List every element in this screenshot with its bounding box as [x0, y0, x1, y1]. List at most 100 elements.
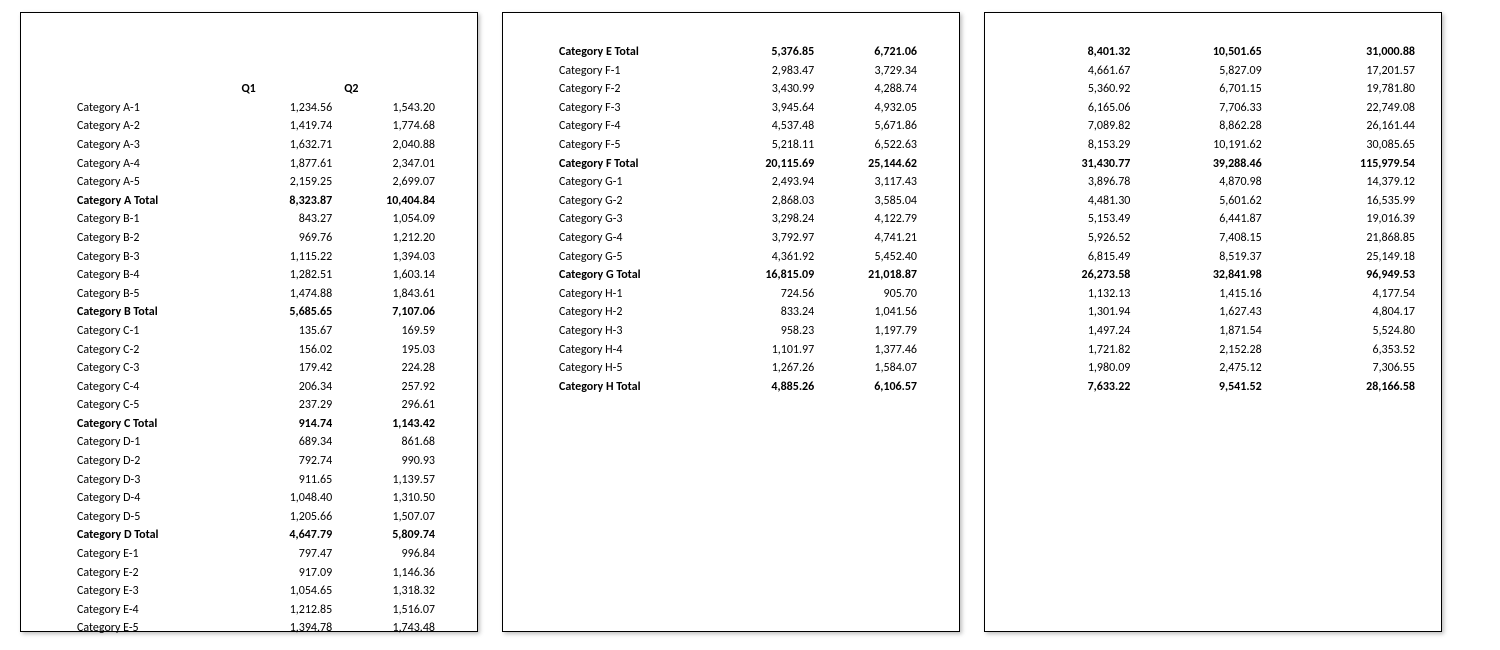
table-row: Category A-11,234.561,543.20	[71, 99, 441, 118]
cell-q2: 7,107.06	[338, 303, 441, 322]
cell-q2: 296.61	[338, 396, 441, 415]
table-row: 26,273.5832,841.9896,949.53	[1005, 266, 1421, 285]
cell-q3: 26,273.58	[1005, 266, 1136, 285]
cell-q1: 792.74	[235, 452, 338, 471]
row-label: Category E-1	[71, 545, 235, 564]
row-label: Category H-5	[553, 359, 717, 378]
cell-q3: 1,980.09	[1005, 359, 1136, 378]
table-row: Category D-41,048.401,310.50	[71, 489, 441, 508]
cell-q2: 5,452.40	[820, 248, 923, 267]
table-row: Category D-3911.651,139.57	[71, 471, 441, 490]
cell-q3: 1,132.13	[1005, 285, 1136, 304]
cell-q2: 5,671.86	[820, 117, 923, 136]
table-row: Category C-5237.29296.61	[71, 396, 441, 415]
cell-q3: 8,401.32	[1005, 43, 1136, 62]
cell-q1: 8,323.87	[235, 192, 338, 211]
row-label: Category C-3	[71, 359, 235, 378]
cell-q2: 169.59	[338, 322, 441, 341]
cell-total: 21,868.85	[1268, 229, 1421, 248]
row-label: Category F-2	[553, 80, 717, 99]
cell-q2: 1,516.07	[338, 601, 441, 620]
cell-q2: 224.28	[338, 359, 441, 378]
cell-q1: 20,115.69	[717, 155, 820, 174]
table-row: 7,633.229,541.5228,166.58	[1005, 378, 1421, 397]
cell-q2: 3,117.43	[820, 173, 923, 192]
cell-q2: 4,932.05	[820, 99, 923, 118]
cell-q1: 2,868.03	[717, 192, 820, 211]
cell-q2: 1,603.14	[338, 266, 441, 285]
cell-q2: 4,741.21	[820, 229, 923, 248]
table-row: Category G-54,361.925,452.40	[553, 248, 923, 267]
cell-total: 17,201.57	[1268, 62, 1421, 81]
cell-total: 22,749.08	[1268, 99, 1421, 118]
cell-q1: 4,885.26	[717, 378, 820, 397]
cell-q1: 917.09	[235, 564, 338, 583]
cell-q2: 1,054.09	[338, 210, 441, 229]
table-row: Category F-55,218.116,522.63	[553, 136, 923, 155]
row-label: Category B-3	[71, 248, 235, 267]
cell-total: 26,161.44	[1268, 117, 1421, 136]
cell-q4: 39,288.46	[1136, 155, 1267, 174]
row-label: Category A-1	[71, 99, 235, 118]
table-row: Category A-21,419.741,774.68	[71, 117, 441, 136]
table-row: Category C-4206.34257.92	[71, 378, 441, 397]
cell-q3: 1,721.82	[1005, 341, 1136, 360]
table-row: Category F-12,983.473,729.34	[553, 62, 923, 81]
cell-q1: 1,474.88	[235, 285, 338, 304]
cell-q4: 8,862.28	[1136, 117, 1267, 136]
cell-q3: 5,926.52	[1005, 229, 1136, 248]
row-label: Category F-3	[553, 99, 717, 118]
cell-q2: 1,743.48	[338, 619, 441, 638]
cell-total: 28,166.58	[1268, 378, 1421, 397]
table-row: 6,165.067,706.3322,749.08	[1005, 99, 1421, 118]
cell-q1: 1,054.65	[235, 582, 338, 601]
cell-q2: 1,774.68	[338, 117, 441, 136]
row-label: Category F-5	[553, 136, 717, 155]
cell-q2: 1,310.50	[338, 489, 441, 508]
cell-q4: 5,827.09	[1136, 62, 1267, 81]
table-row: Category D-2792.74990.93	[71, 452, 441, 471]
table-row: Category H-51,267.261,584.07	[553, 359, 923, 378]
cell-q3: 1,301.94	[1005, 303, 1136, 322]
cell-q2: 1,843.61	[338, 285, 441, 304]
table-row: Category E-51,394.781,743.48	[71, 619, 441, 638]
cell-q1: 2,493.94	[717, 173, 820, 192]
table-row: 4,481.305,601.6216,535.99	[1005, 192, 1421, 211]
row-label: Category E-4	[71, 601, 235, 620]
cell-q4: 1,871.54	[1136, 322, 1267, 341]
cell-q4: 9,541.52	[1136, 378, 1267, 397]
cell-q1: 689.34	[235, 433, 338, 452]
cell-q1: 1,115.22	[235, 248, 338, 267]
row-label: Category A Total	[71, 192, 235, 211]
cell-total: 16,535.99	[1268, 192, 1421, 211]
page-3: 8,401.3210,501.6531,000.884,661.675,827.…	[984, 12, 1442, 632]
table-row: Category D-51,205.661,507.07	[71, 508, 441, 527]
table-row: Category E Total5,376.856,721.06	[553, 43, 923, 62]
table-row: Category D Total4,647.795,809.74	[71, 526, 441, 545]
cell-total: 4,177.54	[1268, 285, 1421, 304]
row-label: Category D-4	[71, 489, 235, 508]
cell-q4: 10,191.62	[1136, 136, 1267, 155]
cell-q2: 2,347.01	[338, 155, 441, 174]
cell-q1: 2,159.25	[235, 173, 338, 192]
cell-q4: 10,501.65	[1136, 43, 1267, 62]
table-page-1: Q1Q2Category A-11,234.561,543.20Category…	[71, 43, 441, 638]
table-row: 6,815.498,519.3725,149.18	[1005, 248, 1421, 267]
table-row: Category G-12,493.943,117.43	[553, 173, 923, 192]
cell-q2: 1,146.36	[338, 564, 441, 583]
cell-q2: 6,522.63	[820, 136, 923, 155]
cell-q4: 2,152.28	[1136, 341, 1267, 360]
cell-q2: 1,139.57	[338, 471, 441, 490]
print-preview-pages: Q1Q2Category A-11,234.561,543.20Category…	[0, 0, 1500, 644]
cell-q1: 206.34	[235, 378, 338, 397]
cell-total: 31,000.88	[1268, 43, 1421, 62]
cell-q1: 2,983.47	[717, 62, 820, 81]
cell-total: 115,979.54	[1268, 155, 1421, 174]
cell-q1: 5,218.11	[717, 136, 820, 155]
table-row: Category B-1843.271,054.09	[71, 210, 441, 229]
cell-q2: 257.92	[338, 378, 441, 397]
cell-q2: 3,585.04	[820, 192, 923, 211]
table-row: Category A-52,159.252,699.07	[71, 173, 441, 192]
table-row: Category E-41,212.851,516.07	[71, 601, 441, 620]
cell-total: 19,781.80	[1268, 80, 1421, 99]
